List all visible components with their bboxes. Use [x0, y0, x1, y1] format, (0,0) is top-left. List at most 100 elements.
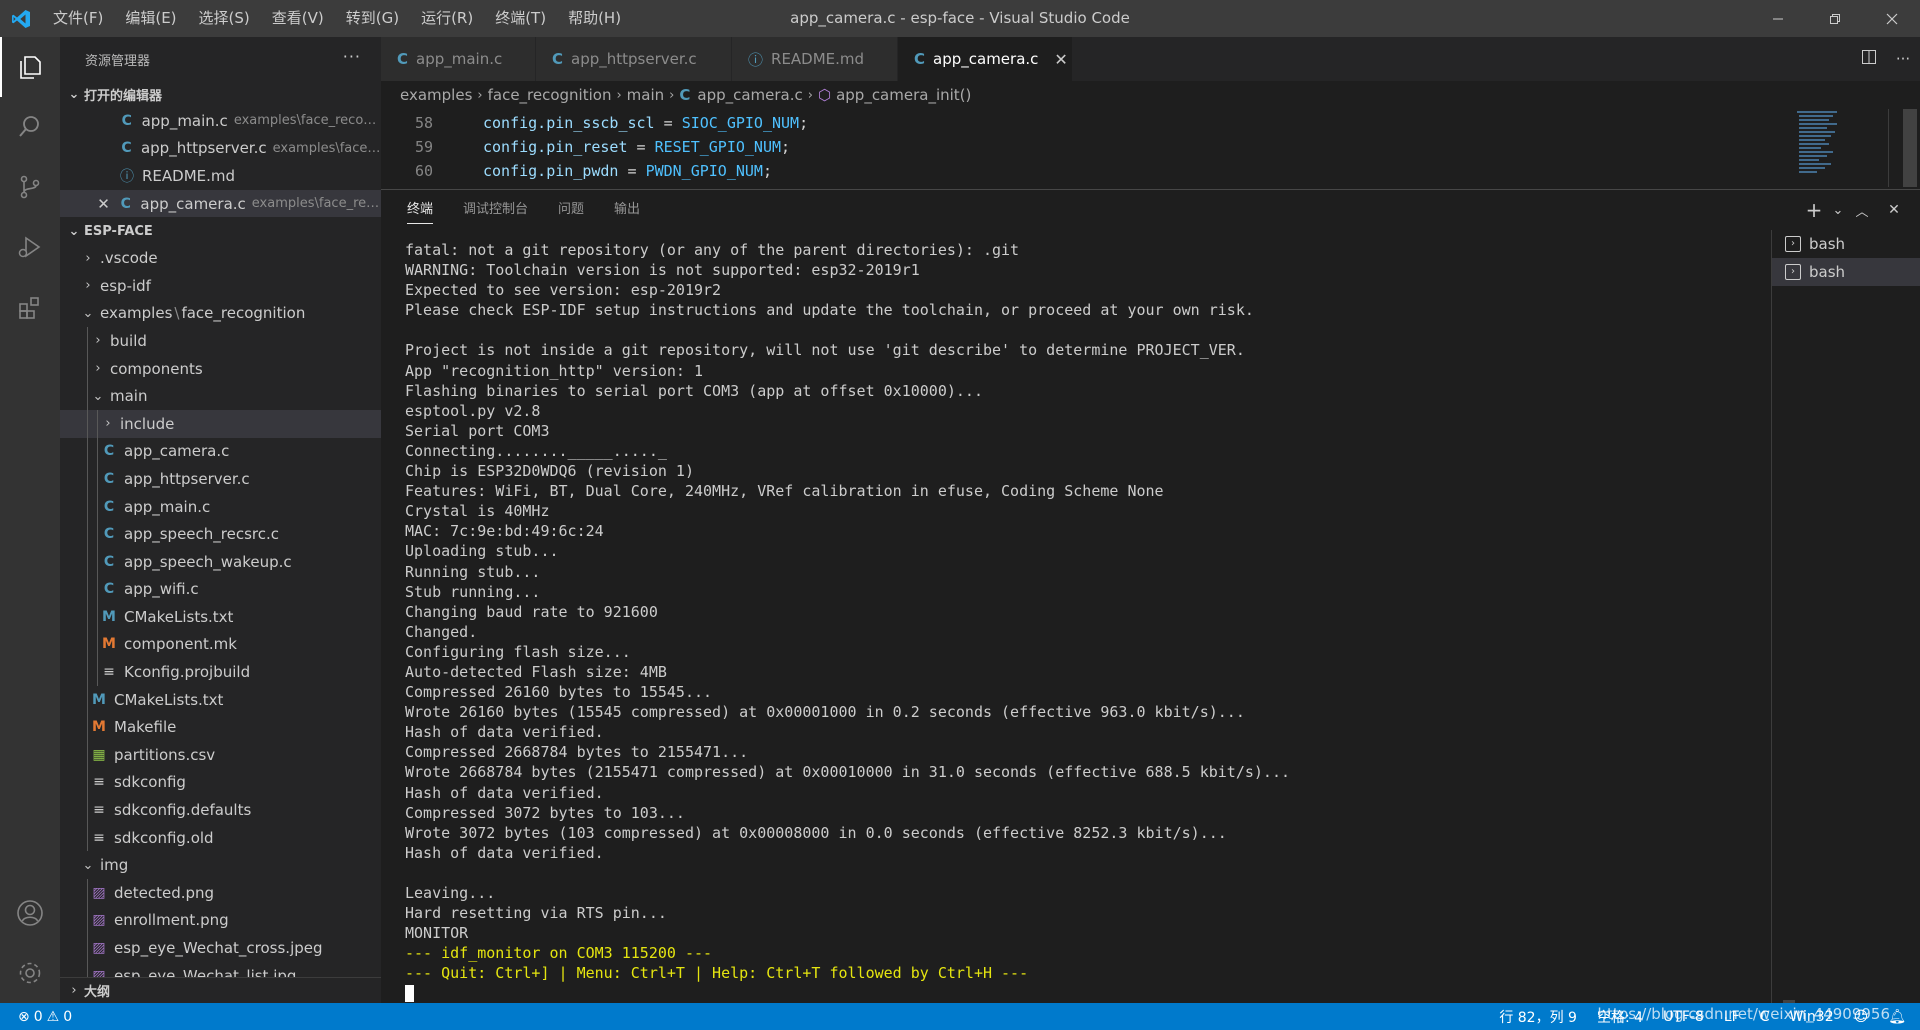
menu-go[interactable]: 转到(G) [335, 0, 410, 37]
chevron-right-icon: › [85, 278, 91, 294]
close-icon[interactable]: ✕ [92, 195, 115, 213]
tree-file[interactable]: C app_httpserver.c [60, 465, 381, 493]
tree-file[interactable]: ≡ Kconfig.projbuild [60, 658, 381, 686]
extensions-icon[interactable] [0, 277, 60, 337]
new-terminal-icon[interactable]: + [1798, 198, 1830, 222]
breadcrumb-item[interactable]: main [627, 86, 664, 104]
menu-terminal[interactable]: 终端(T) [484, 0, 557, 37]
tree-file[interactable]: ▨ enrollment.png [60, 906, 381, 935]
settings-gear-icon[interactable] [0, 943, 60, 1003]
menu-view[interactable]: 查看(V) [261, 0, 335, 37]
menu-selection[interactable]: 选择(S) [188, 0, 261, 37]
tree-folder[interactable]: › build [60, 327, 381, 355]
split-editor-icon[interactable] [1852, 49, 1886, 69]
tree-file[interactable]: M component.mk [60, 630, 381, 659]
maximize-panel-icon[interactable]: ︿ [1846, 201, 1878, 220]
tab-app-httpserver[interactable]: C app_httpserver.c [536, 37, 732, 81]
tree-label: Makefile [114, 718, 177, 737]
workspace-section[interactable]: ⌄ ESP-FACE [60, 218, 381, 244]
tree-file[interactable]: ▨ detected.png [60, 879, 381, 907]
breadcrumb-item[interactable]: examples [400, 86, 472, 104]
tab-app-camera[interactable]: C app_camera.c ✕ [898, 37, 1073, 81]
tree-file[interactable]: ▨ esp_eye_Wechat_cross.jpeg [60, 934, 381, 962]
source-control-icon[interactable] [0, 157, 60, 217]
tree-folder[interactable]: › .vscode [60, 244, 381, 272]
terminal-instance-active[interactable]: › bash [1772, 258, 1920, 286]
tab-app-main[interactable]: C app_main.c [381, 37, 536, 81]
open-editor-item[interactable]: C app_httpserver.c examples\face_... [60, 135, 381, 163]
code-editor[interactable]: 58 config.pin_sscb_scl = SIOC_GPIO_NUM; … [381, 111, 1781, 183]
tree-file[interactable]: C app_speech_recsrc.c [60, 520, 381, 548]
tree-file[interactable]: M CMakeLists.txt [60, 685, 381, 714]
tree-file[interactable]: M CMakeLists.txt [60, 603, 381, 631]
menu-edit[interactable]: 编辑(E) [114, 0, 187, 37]
open-editor-item-active[interactable]: ✕ C app_camera.c examples\face_rec... [60, 189, 381, 218]
minimap[interactable] [1795, 109, 1855, 187]
run-debug-icon[interactable] [0, 217, 60, 277]
terminal-instance[interactable]: › bash [1772, 230, 1920, 258]
tab-debug-console[interactable]: 调试控制台 [463, 190, 528, 230]
open-editor-item[interactable]: ⓘ README.md [60, 162, 381, 190]
open-editor-item[interactable]: C app_main.c examples\face_recog... [60, 107, 381, 135]
tree-folder[interactable]: ⌄ img [60, 851, 381, 879]
tree-file[interactable]: ≡ sdkconfig.defaults [60, 796, 381, 824]
code-token: = [618, 162, 646, 180]
accounts-icon[interactable] [0, 883, 60, 943]
close-panel-icon[interactable]: ✕ [1878, 202, 1910, 218]
tree-file[interactable]: ≡ sdkconfig [60, 768, 381, 797]
workspace-title: ESP-FACE [84, 223, 153, 239]
close-window-icon[interactable] [1863, 0, 1920, 37]
c-file-icon: C [103, 553, 115, 570]
restore-icon[interactable] [1806, 0, 1863, 37]
breadcrumb-item[interactable]: face_recognition [488, 86, 612, 104]
more-actions-icon[interactable]: ··· [343, 47, 361, 66]
tree-file[interactable]: C app_speech_wakeup.c [60, 547, 381, 576]
terminal-line: Uploading stub... [405, 542, 559, 561]
editor-scrollbar[interactable] [1903, 109, 1917, 187]
tree-file[interactable]: C app_main.c [60, 492, 381, 521]
terminal-output[interactable]: fatal: not a git repository (or any of t… [405, 240, 1795, 1030]
tree-file[interactable]: ≡ sdkconfig.old [60, 823, 381, 852]
breadcrumb-item[interactable]: app_camera_init() [836, 86, 971, 104]
code-token: config.pin_reset [483, 138, 628, 156]
tree-label: component.mk [124, 635, 237, 654]
line-number: 59 [414, 138, 433, 156]
search-icon[interactable] [0, 97, 60, 157]
error-count: 0 [33, 1008, 43, 1025]
chevron-down-icon[interactable]: ⌄ [1830, 203, 1846, 218]
tree-folder-selected[interactable]: › include [60, 409, 381, 438]
tree-folder[interactable]: › esp-idf [60, 272, 381, 300]
tree-folder[interactable]: ⌄ examples \ face_recognition [60, 300, 381, 328]
tree-file[interactable]: M Makefile [60, 713, 381, 742]
explorer-icon[interactable] [0, 37, 60, 97]
activity-bar [0, 37, 60, 1003]
panel-tabs: 终端 调试控制台 问题 输出 [381, 190, 670, 230]
bell-icon[interactable]: 🔔︎ [1888, 1009, 1906, 1025]
menu-file[interactable]: 文件(F) [42, 0, 114, 37]
tree-label: app_httpserver.c [124, 469, 250, 488]
tab-output[interactable]: 输出 [614, 190, 640, 230]
breadcrumb-item[interactable]: app_camera.c [697, 86, 802, 104]
more-actions-icon[interactable]: ··· [1886, 50, 1920, 68]
warning-icon: ⚠ [46, 1008, 60, 1025]
close-tab-icon[interactable]: ✕ [1054, 50, 1067, 69]
tree-folder[interactable]: ⌄ main [60, 382, 381, 410]
terminal-icon: › [1785, 264, 1801, 280]
tab-terminal[interactable]: 终端 [407, 190, 434, 230]
outline-section[interactable]: › 大纲 [60, 977, 381, 1003]
tab-readme[interactable]: ⓘ README.md [732, 37, 898, 81]
tree-file[interactable]: C app_camera.c [60, 437, 381, 466]
cursor-position[interactable]: 行 82，列 9 [1499, 1007, 1577, 1027]
tab-label: app_main.c [416, 50, 503, 68]
terminal-line: Changed. [405, 622, 478, 641]
open-editors-section[interactable]: ⌄ 打开的编辑器 [60, 81, 381, 107]
tree-file[interactable]: ▦ partitions.csv [60, 741, 381, 769]
problems-indicator[interactable]: ⊗ 0 ⚠ 0 [0, 1009, 76, 1025]
menu-run[interactable]: 运行(R) [410, 0, 484, 37]
tree-file[interactable]: C app_wifi.c [60, 575, 381, 604]
tree-label: enrollment.png [114, 911, 229, 930]
minimize-icon[interactable] [1749, 0, 1806, 37]
menu-help[interactable]: 帮助(H) [557, 0, 632, 37]
tab-problems[interactable]: 问题 [558, 190, 584, 230]
tree-folder[interactable]: › components [60, 354, 381, 383]
